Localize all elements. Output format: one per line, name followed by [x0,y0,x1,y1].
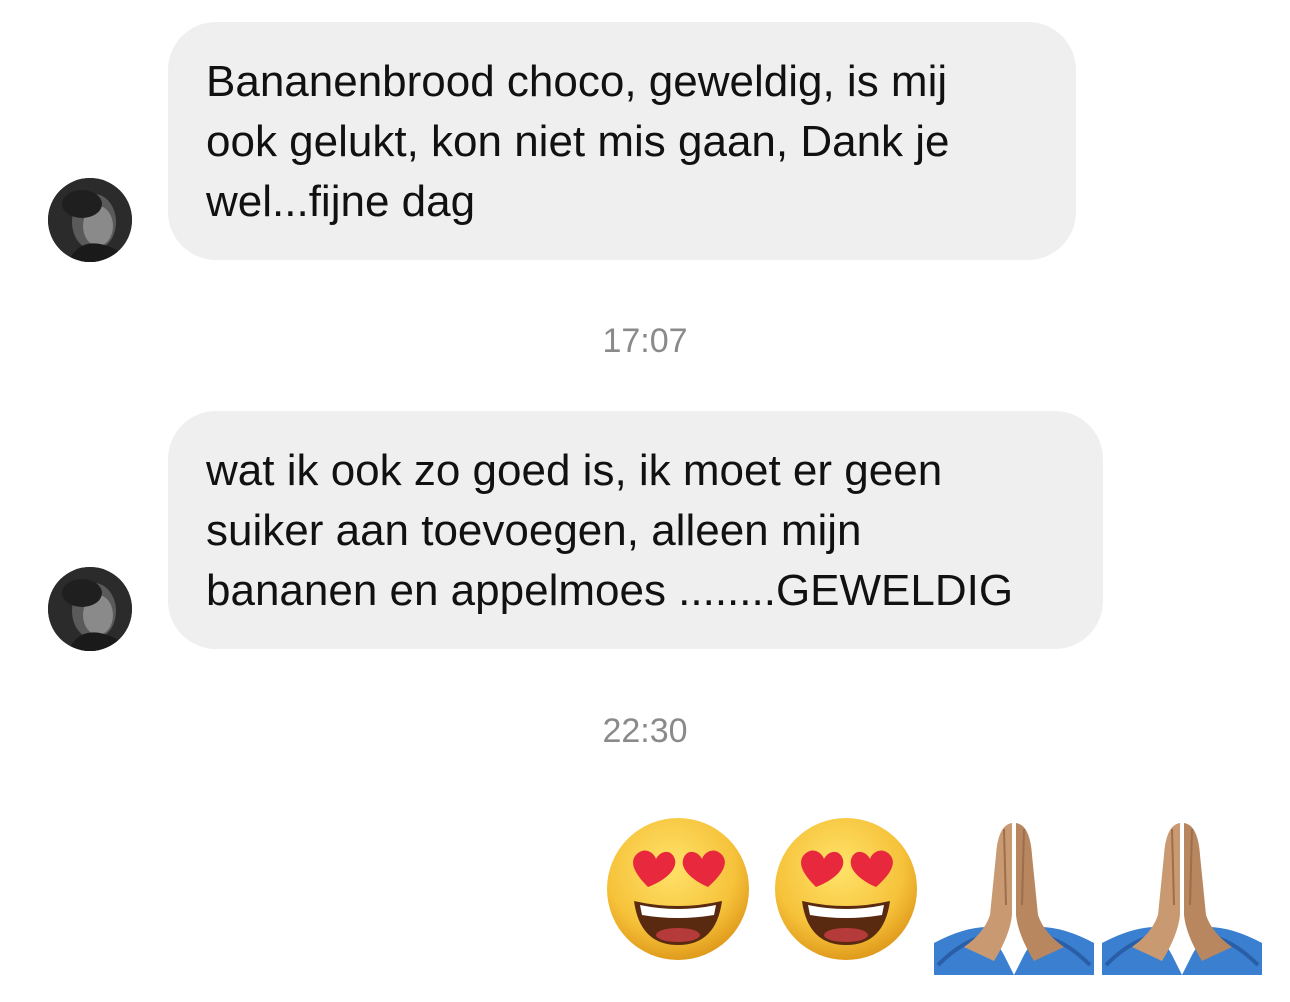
message-bubble-incoming[interactable]: wat ik ook zo goed is, ik moet er geen s… [168,411,1103,649]
heart-eyes-emoji [607,818,749,960]
folded-hands-emoji [934,823,1094,975]
timestamp: 22:30 [602,712,688,750]
timestamp: 17:07 [602,322,688,360]
chat-thread: Bananenbrood choco, geweldig, is mij ook… [0,0,1290,1002]
avatar[interactable] [48,567,132,651]
message-bubble-incoming[interactable]: Bananenbrood choco, geweldig, is mij ook… [168,22,1076,260]
avatar-photo-icon [48,567,132,651]
avatar-photo-icon [48,178,132,262]
heart-eyes-emoji [775,818,917,960]
avatar[interactable] [48,178,132,262]
folded-hands-emoji [1102,823,1262,975]
emoji-reply-message[interactable] [600,815,1270,980]
